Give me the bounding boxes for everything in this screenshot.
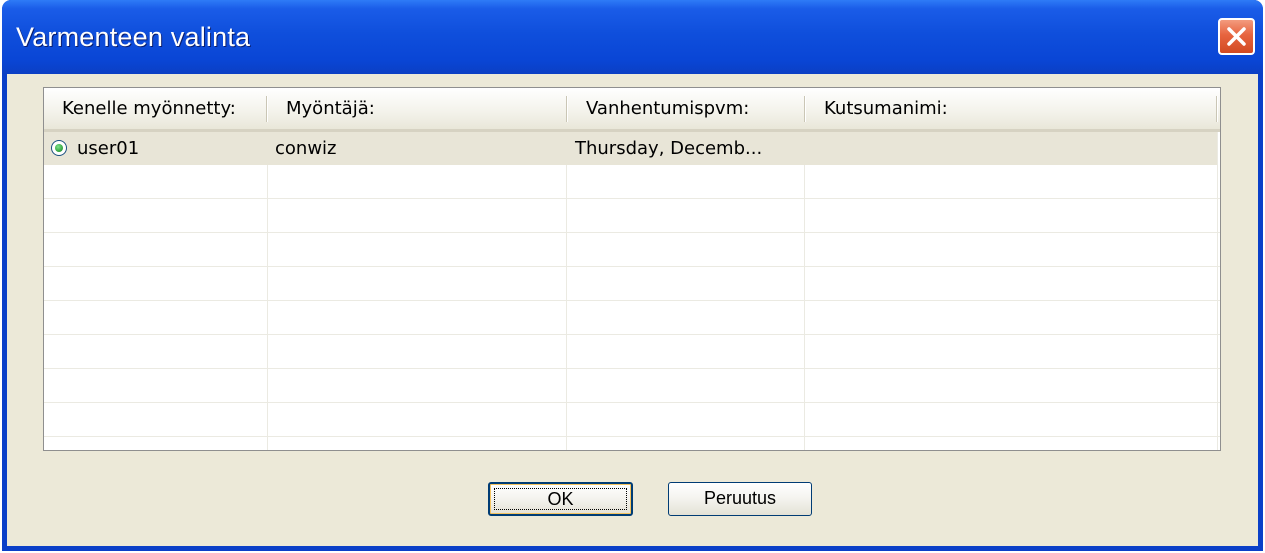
grid-line	[44, 402, 1220, 403]
column-header-issued-to[interactable]: Kenelle myönnetty:	[44, 88, 266, 129]
table-row[interactable]: user01 conwiz Thursday, Decemb...	[44, 132, 1217, 165]
list-header: Kenelle myönnetty: Myöntäjä: Vanhentumis…	[44, 88, 1220, 132]
grid-line	[44, 266, 1220, 267]
grid-line	[44, 232, 1220, 233]
grid-line	[44, 334, 1220, 335]
ok-button[interactable]: OK	[488, 482, 633, 516]
close-icon	[1227, 27, 1246, 46]
certificate-list[interactable]: Kenelle myönnetty: Myöntäjä: Vanhentumis…	[43, 87, 1221, 451]
focus-rectangle	[494, 488, 627, 510]
dialog-body: Kenelle myönnetty: Myöntäjä: Vanhentumis…	[7, 74, 1258, 546]
grid-line	[44, 300, 1220, 301]
column-header-expires[interactable]: Vanhentumispvm:	[568, 88, 804, 129]
window-title: Varmenteen valinta	[16, 22, 251, 52]
cell-expires: Thursday, Decemb...	[575, 138, 763, 159]
cell-issuer: conwiz	[275, 138, 337, 159]
cancel-button-label: Peruutus	[703, 488, 777, 508]
cell-issued-to: user01	[77, 138, 140, 159]
column-header-issuer[interactable]: Myöntäjä:	[268, 88, 566, 129]
cancel-button[interactable]: Peruutus	[668, 482, 812, 516]
radio-selected-indicator	[55, 144, 63, 152]
column-separator[interactable]	[1216, 96, 1218, 122]
title-bar[interactable]: Varmenteen valinta	[2, 0, 1263, 74]
grid-line	[44, 436, 1220, 437]
certificate-dialog: Varmenteen valinta Kenelle myönnetty: My…	[2, 0, 1263, 551]
grid-line	[44, 368, 1220, 369]
row-select-radio[interactable]	[51, 140, 67, 156]
grid-line	[44, 198, 1220, 199]
column-header-friendly-name[interactable]: Kutsumanimi:	[806, 88, 1218, 129]
close-button[interactable]	[1218, 18, 1255, 55]
